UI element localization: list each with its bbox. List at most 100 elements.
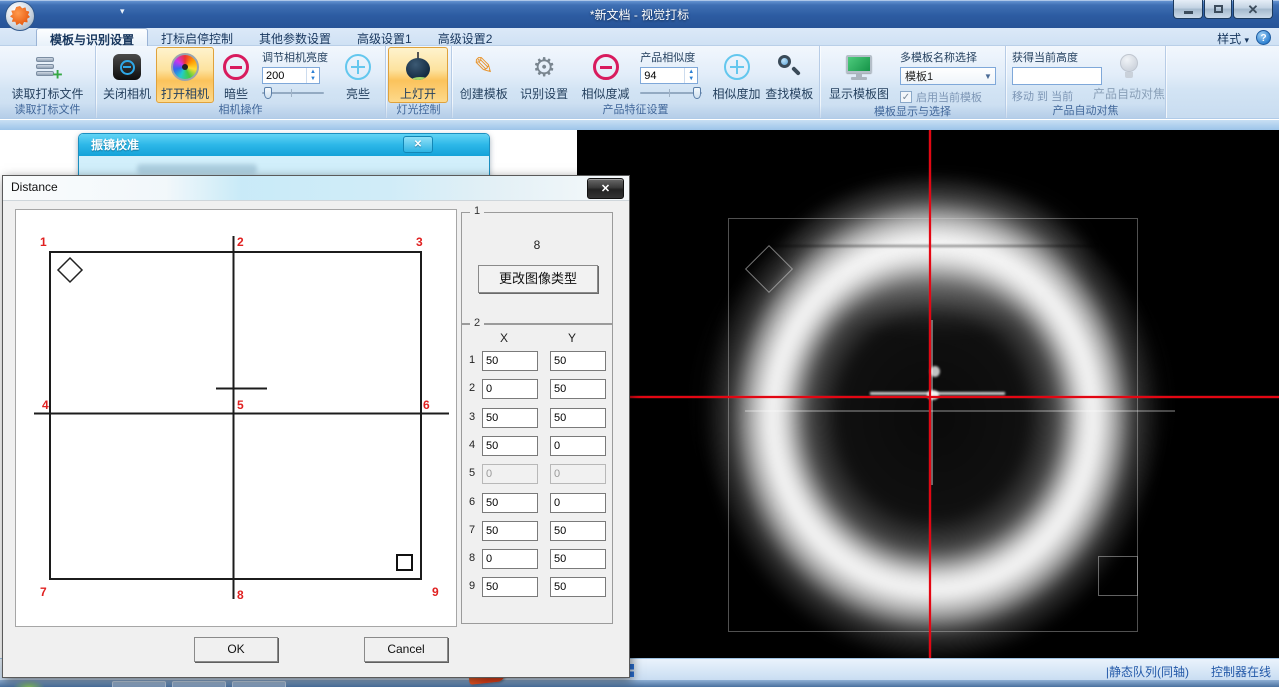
lamp-icon — [404, 52, 432, 82]
calibration-grid-canvas: 123456789 — [15, 209, 457, 627]
camera-off-icon — [113, 54, 141, 80]
group-label-read-file: 读取打标文件 — [0, 103, 95, 118]
faint-vertical-line — [931, 320, 933, 485]
tab-advanced-2[interactable]: 高级设置2 — [425, 28, 506, 46]
move-to-current-label: 移动 到 当前 — [1012, 88, 1073, 104]
taskbar-button[interactable] — [172, 681, 226, 687]
speckle — [930, 366, 940, 377]
point-2-x-input[interactable] — [482, 379, 538, 399]
point-2-y-input[interactable] — [550, 379, 606, 399]
point-row-5: 5 — [462, 464, 614, 484]
similarity-plus-button[interactable]: 相似度加 — [712, 47, 762, 103]
similarity-input[interactable] — [641, 68, 684, 83]
calibration-dialog-titlebar[interactable]: 振镜校准 ✕ — [79, 134, 489, 156]
find-template-button[interactable]: 查找模板 — [762, 47, 817, 103]
show-template-button[interactable]: 显示模板图 — [822, 47, 896, 105]
point-index: 3 — [469, 411, 475, 423]
tab-template-recognition[interactable]: 模板与识别设置 — [36, 28, 148, 46]
point-7-y-input[interactable] — [550, 521, 606, 541]
tab-advanced-1[interactable]: 高级设置1 — [344, 28, 425, 46]
point-8-y-input[interactable] — [550, 549, 606, 569]
brighter-button[interactable]: 亮些 — [336, 47, 380, 103]
style-menu-button[interactable]: 样式 ▾ — [1217, 30, 1249, 47]
blurred-content — [137, 164, 257, 174]
minimize-button[interactable] — [1173, 0, 1203, 19]
group-camera-ops: 关闭相机 打开相机 暗些 调节相机亮度 ▲▼ — [96, 46, 386, 118]
recognition-settings-button[interactable]: ⚙ 识别设置 — [513, 47, 574, 103]
minus-circle-icon — [593, 54, 619, 80]
template-dropdown[interactable]: 模板1 ▼ — [900, 67, 996, 85]
help-icon[interactable]: ? — [1256, 30, 1271, 45]
slider-thumb[interactable] — [693, 87, 701, 99]
column-header-x: X — [500, 331, 508, 345]
top-light-on-button[interactable]: 上灯开 — [388, 47, 448, 103]
close-icon[interactable]: ✕ — [403, 136, 433, 153]
open-camera-button[interactable]: 打开相机 — [156, 47, 214, 103]
close-camera-button[interactable]: 关闭相机 — [98, 47, 156, 103]
spinner-arrows-icon[interactable]: ▲▼ — [684, 68, 697, 83]
brightness-slider[interactable] — [262, 87, 324, 99]
search-icon — [775, 53, 803, 81]
point-index: 4 — [469, 439, 475, 451]
tab-other-params[interactable]: 其他参数设置 — [246, 28, 344, 46]
tab-mark-start-stop[interactable]: 打标启停控制 — [148, 28, 246, 46]
app-logo-icon — [10, 6, 30, 26]
point-6-y-input[interactable] — [550, 493, 606, 513]
distance-dialog-titlebar[interactable]: Distance ✕ — [3, 176, 629, 201]
group-label-product: 产品特征设置 — [452, 103, 819, 118]
group-product-features: ✎ 创建模板 ⚙ 识别设置 相似度减 产品相似度 ▲▼ — [452, 46, 820, 118]
cancel-button[interactable]: Cancel — [364, 637, 448, 662]
point-1-y-input[interactable] — [550, 351, 606, 371]
height-cluster: 获得当前高度 移动 到 当前 — [1008, 47, 1096, 104]
point-3-x-input[interactable] — [482, 408, 538, 428]
point-7-x-input[interactable] — [482, 521, 538, 541]
similarity-minus-button[interactable]: 相似度减 — [575, 47, 636, 103]
grid-point-label-7: 7 — [40, 585, 47, 599]
maximize-button[interactable] — [1204, 0, 1232, 19]
point-8-x-input[interactable] — [482, 549, 538, 569]
group-light-control: 上灯开 灯光控制 — [386, 46, 452, 118]
brightness-input[interactable] — [263, 68, 306, 83]
enable-template-checkbox[interactable]: ✓ 启用当前模板 — [900, 89, 982, 105]
file-stack-icon: + — [35, 54, 61, 80]
taskbar-button[interactable] — [232, 681, 286, 687]
point-9-y-input[interactable] — [550, 577, 606, 597]
close-icon[interactable]: ✕ — [587, 178, 624, 199]
calibration-grid-drawing: 123456789 — [16, 210, 456, 626]
spinner-arrows-icon[interactable]: ▲▼ — [306, 68, 319, 83]
template-square-marker — [1098, 556, 1138, 596]
grid-point-label-6: 6 — [423, 398, 430, 412]
chevron-down-icon: ▼ — [981, 72, 995, 81]
current-height-input[interactable] — [1012, 67, 1102, 85]
similarity-slider[interactable] — [640, 87, 702, 99]
darker-button[interactable]: 暗些 — [214, 47, 258, 103]
ok-button[interactable]: OK — [194, 637, 278, 662]
point-5-x-input[interactable] — [482, 464, 538, 484]
point-row-1: 1 — [462, 351, 614, 371]
read-mark-file-button[interactable]: + 读取打标文件 — [2, 47, 93, 103]
multi-template-label: 多模板名称选择 — [900, 49, 977, 65]
distance-dialog-title: Distance — [11, 180, 58, 194]
point-6-x-input[interactable] — [482, 493, 538, 513]
grid-point-label-2: 2 — [237, 235, 244, 249]
similarity-label: 产品相似度 — [640, 49, 695, 65]
product-autofocus-button[interactable]: 产品自动对焦 — [1096, 47, 1162, 104]
slider-thumb[interactable] — [264, 87, 272, 99]
change-image-type-button[interactable]: 更改图像类型 — [478, 265, 598, 293]
point-4-y-input[interactable] — [550, 436, 606, 456]
point-5-y-input[interactable] — [550, 464, 606, 484]
point-4-x-input[interactable] — [482, 436, 538, 456]
create-template-button[interactable]: ✎ 创建模板 — [454, 47, 513, 103]
start-orb-icon[interactable] — [14, 680, 44, 687]
grid-point-label-9: 9 — [432, 585, 439, 599]
windows-taskbar[interactable] — [0, 680, 1279, 687]
point-1-x-input[interactable] — [482, 351, 538, 371]
close-button[interactable]: ✕ — [1233, 0, 1273, 19]
quick-access-caret-icon[interactable]: ▾ — [120, 7, 125, 16]
taskbar-button[interactable] — [112, 681, 166, 687]
point-index: 9 — [469, 580, 475, 592]
point-index: 2 — [469, 382, 475, 394]
app-menu-orb[interactable] — [5, 1, 35, 31]
point-9-x-input[interactable] — [482, 577, 538, 597]
point-3-y-input[interactable] — [550, 408, 606, 428]
